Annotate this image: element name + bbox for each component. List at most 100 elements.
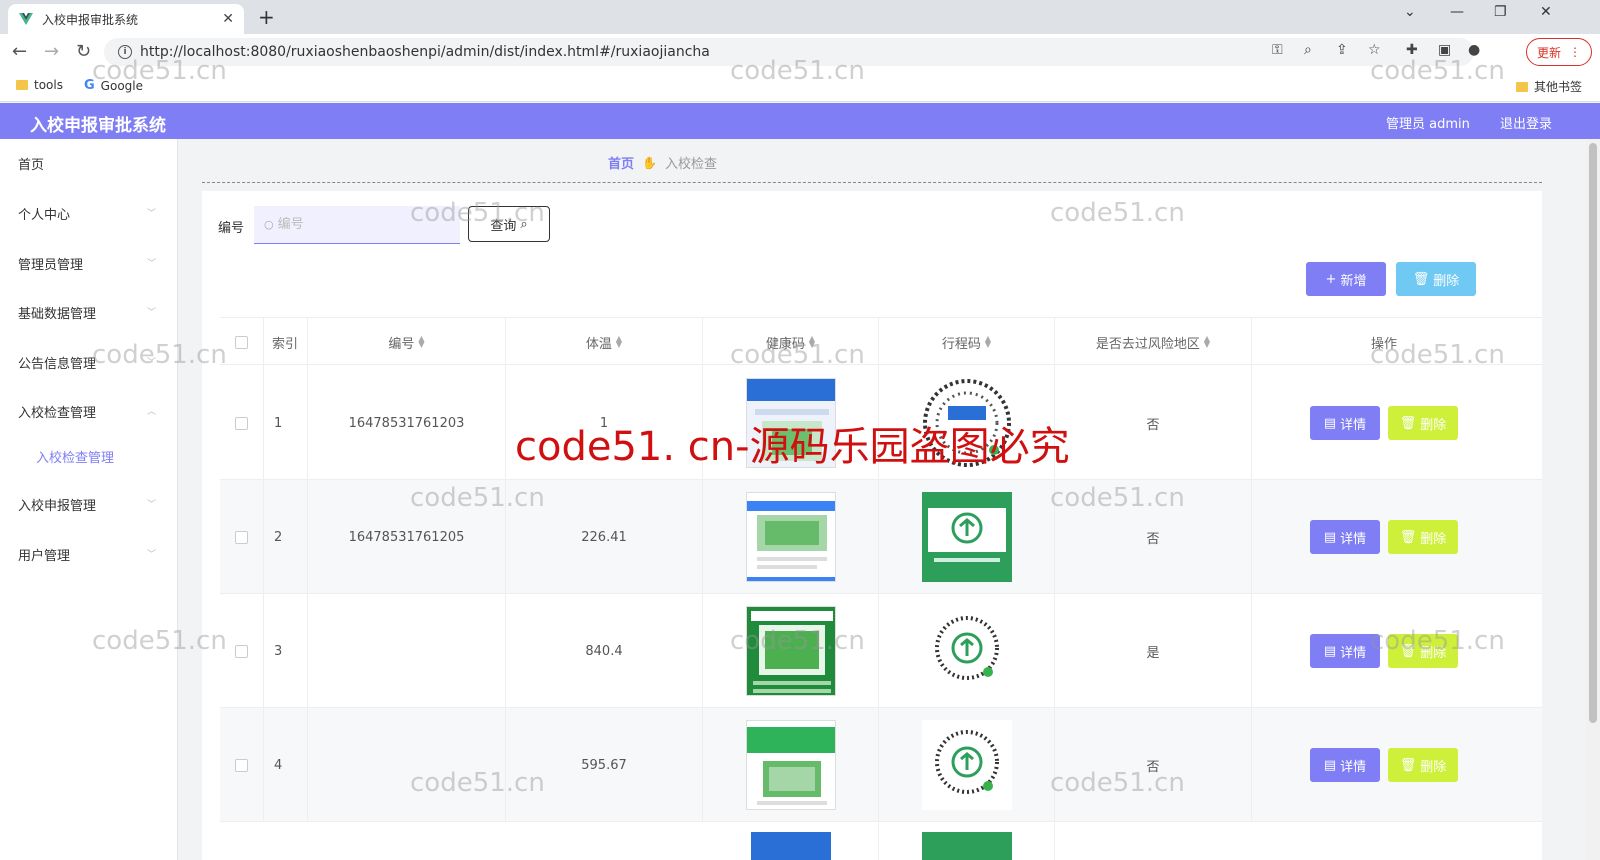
tab-search-icon[interactable]: ⌄	[1404, 4, 1416, 20]
th-label: 索引	[272, 336, 299, 352]
health-code-image[interactable]	[750, 832, 831, 860]
app-header: 入校申报审批系统 管理员 admin 退出登录	[0, 103, 1600, 139]
travel-code-image[interactable]	[922, 378, 1012, 468]
minimize-icon[interactable]: —	[1450, 4, 1464, 20]
health-code-image[interactable]	[745, 378, 836, 468]
add-button[interactable]: + 新增	[1306, 262, 1386, 296]
close-window-icon[interactable]: ✕	[1540, 4, 1552, 20]
sidebar-item-users[interactable]: 用户管理 ﹀	[0, 534, 178, 574]
info-icon[interactable]: i	[118, 45, 132, 59]
delete-label: 删除	[1420, 645, 1447, 661]
delete-button[interactable]: 🗑 删除	[1388, 406, 1458, 440]
th-code[interactable]: 编号 ▲ ▼	[308, 318, 506, 366]
trash-icon: 🗑	[1399, 415, 1417, 431]
travel-code-image[interactable]	[921, 832, 1012, 860]
th-risk[interactable]: 是否去过风险地区 ▲ ▼	[1055, 318, 1252, 366]
bookmark-tools[interactable]: tools	[16, 78, 63, 92]
query-button[interactable]: 查询 ⌕	[468, 206, 550, 242]
sort-icon[interactable]: ▲ ▼	[418, 335, 424, 349]
star-icon[interactable]: ☆	[1368, 42, 1381, 58]
table-row: 3 840.4 是 ▤ 详情 🗑 删除	[220, 594, 1542, 708]
document-icon: ▤	[1323, 415, 1337, 431]
folder-icon	[16, 80, 28, 90]
other-bookmarks[interactable]: 其他书签	[1516, 78, 1582, 95]
cell-travel-code	[879, 822, 1055, 860]
th-label: 操作	[1370, 336, 1397, 352]
browser-tab[interactable]: 入校申报审批系统 ✕	[8, 4, 244, 34]
scrollbar[interactable]	[1586, 139, 1600, 860]
th-temp[interactable]: 体温 ▲ ▼	[506, 318, 703, 366]
extensions-icon[interactable]: ✚	[1406, 42, 1418, 58]
close-tab-icon[interactable]: ✕	[222, 11, 234, 27]
sidepanel-icon[interactable]: ▣	[1438, 42, 1451, 58]
detail-button[interactable]: ▤ 详情	[1310, 748, 1380, 782]
update-label: 更新	[1536, 45, 1561, 60]
cell-code: 16478531761205	[308, 480, 506, 594]
restore-icon[interactable]: ❐	[1494, 4, 1507, 20]
cell-code	[308, 708, 506, 822]
row-select-cell	[220, 480, 264, 594]
health-code-image[interactable]	[745, 720, 836, 810]
sidebar-item-notice[interactable]: 公告信息管理 ﹀	[0, 342, 178, 382]
sort-icon[interactable]: ▲ ▼	[616, 335, 622, 349]
sidebar-item-profile[interactable]: 个人中心 ﹀	[0, 193, 178, 233]
back-icon[interactable]: ←	[12, 41, 27, 62]
detail-button[interactable]: ▤ 详情	[1310, 406, 1380, 440]
row-checkbox[interactable]	[235, 758, 248, 772]
reload-icon[interactable]: ↻	[76, 41, 91, 62]
row-checkbox[interactable]	[235, 530, 248, 544]
sidebar-item-basic-data[interactable]: 基础数据管理 ﹀	[0, 292, 178, 332]
content-panel: 编号 ○ 查询 ⌕ + 新增 🗑 删除 索引 编号▲▼ 体温▲▼ 健康码▲▼ 行…	[202, 191, 1542, 860]
search-input[interactable]	[277, 217, 448, 232]
breadcrumb-home[interactable]: 首页	[608, 153, 634, 172]
health-code-image[interactable]	[745, 492, 836, 582]
select-all-cell	[220, 318, 264, 366]
browser-tabbar: 入校申报审批系统 ✕ + ⌄ — ❐ ✕	[0, 0, 1600, 34]
logout-link[interactable]: 退出登录	[1500, 113, 1552, 132]
cell-risk: 否	[1055, 708, 1252, 822]
sidebar-item-admin[interactable]: 管理员管理 ﹀	[0, 243, 178, 283]
batch-delete-button[interactable]: 🗑 删除	[1396, 262, 1476, 296]
bookmark-label: tools	[34, 78, 63, 92]
travel-code-image[interactable]	[921, 720, 1012, 810]
address-bar[interactable]: i http://localhost:8080/ruxiaoshenbaoshe…	[104, 38, 1474, 66]
th-travel-code[interactable]: 行程码 ▲ ▼	[879, 318, 1055, 366]
scrollbar-thumb[interactable]	[1589, 143, 1597, 723]
delete-button[interactable]: 🗑 删除	[1388, 634, 1458, 668]
detail-label: 详情	[1340, 417, 1367, 433]
sidebar-item-check[interactable]: 入校检查管理 ︿	[0, 391, 178, 431]
detail-button[interactable]: ▤ 详情	[1310, 520, 1380, 554]
sidebar-item-declare[interactable]: 入校申报管理 ﹀	[0, 484, 178, 524]
detail-button[interactable]: ▤ 详情	[1310, 634, 1380, 668]
th-health-code[interactable]: 健康码 ▲ ▼	[703, 318, 879, 366]
update-button[interactable]: 更新 ⋮	[1526, 38, 1592, 66]
share-icon[interactable]: ⇪	[1336, 42, 1348, 58]
url-text[interactable]: http://localhost:8080/ruxiaoshenbaoshenp…	[140, 44, 710, 60]
bookmark-google[interactable]: G Google	[84, 78, 143, 93]
profile-icon[interactable]: ●	[1468, 42, 1480, 58]
sort-icon[interactable]: ▲ ▼	[1204, 335, 1210, 349]
cell-temp: 595.67	[506, 708, 703, 822]
trash-icon: 🗑	[1399, 529, 1417, 545]
document-icon: ▤	[1323, 757, 1337, 773]
zoom-icon[interactable]: ⌕	[1304, 42, 1312, 58]
bookmark-label: 其他书签	[1534, 80, 1583, 94]
cell-risk: 是	[1055, 594, 1252, 708]
new-tab-icon[interactable]: +	[258, 5, 275, 29]
sort-icon[interactable]: ▲ ▼	[985, 335, 991, 349]
sidebar-subitem-check[interactable]: 入校检查管理	[0, 436, 178, 476]
sort-icon[interactable]: ▲ ▼	[809, 335, 815, 349]
key-icon[interactable]: ⚿	[1272, 42, 1283, 58]
sidebar-item-home[interactable]: 首页	[0, 143, 178, 183]
delete-button[interactable]: 🗑 删除	[1388, 748, 1458, 782]
row-checkbox[interactable]	[235, 644, 248, 658]
select-all-checkbox[interactable]	[235, 335, 248, 349]
delete-label: 删除	[1420, 759, 1447, 775]
travel-code-image[interactable]	[921, 492, 1012, 582]
health-code-image[interactable]	[745, 606, 836, 696]
delete-button[interactable]: 🗑 删除	[1388, 520, 1458, 554]
forward-icon[interactable]: →	[44, 41, 59, 62]
row-checkbox[interactable]	[235, 416, 248, 430]
cell-health-code	[703, 822, 879, 860]
travel-code-image[interactable]	[921, 606, 1012, 696]
